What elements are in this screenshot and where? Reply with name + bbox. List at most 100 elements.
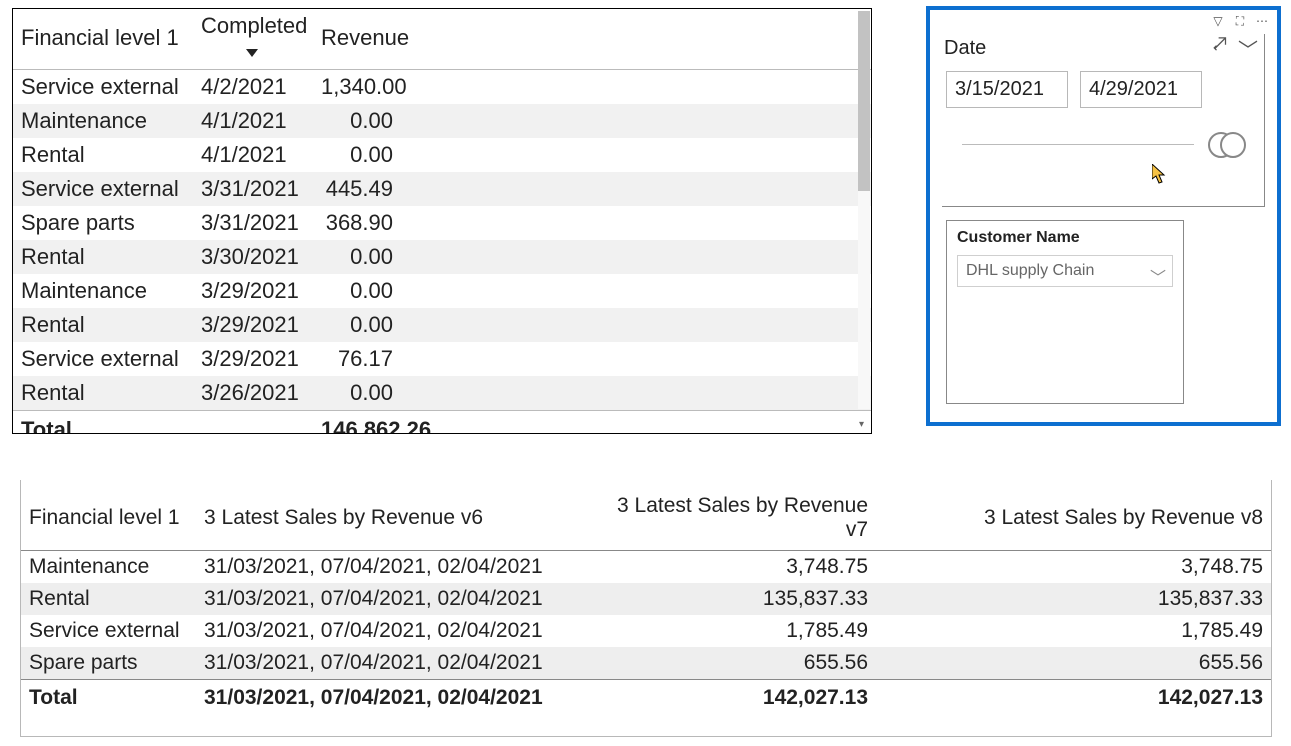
cell-v7: 3,748.75 [586, 551, 876, 584]
cell-fin: Service external [13, 172, 193, 206]
revenue-table-visual[interactable]: Financial level 1 Completed Revenue Serv… [12, 8, 872, 434]
cell-fin: Rental [13, 376, 193, 411]
cell-fin: Spare parts [13, 206, 193, 240]
table-row[interactable]: Service external4/2/20211,340.00 [13, 70, 871, 105]
total-revenue: 146,862.26 [313, 411, 443, 435]
filters-panel: ▽ ⛶ ⋯ Date ﹀ 3/15/2021 4/29/2021 [926, 6, 1281, 426]
table-row[interactable]: Maintenance31/03/2021, 07/04/2021, 02/04… [21, 551, 1271, 584]
mouse-cursor-icon [1152, 164, 1168, 184]
cell-completed: 3/29/2021 [193, 274, 313, 308]
cell-completed: 3/31/2021 [193, 172, 313, 206]
customer-slicer[interactable]: Customer Name DHL supply Chain ﹀ [946, 220, 1184, 404]
total2-label: Total [21, 680, 196, 715]
cell-fin: Rental [13, 308, 193, 342]
col-completed-label: Completed [201, 13, 307, 38]
col-revenue[interactable]: Revenue [313, 9, 443, 70]
cell-revenue: 0.00 [313, 104, 443, 138]
cell-fin: Service external [21, 615, 196, 647]
cell-completed: 3/29/2021 [193, 308, 313, 342]
slider-track [962, 144, 1194, 145]
customer-selected-value: DHL supply Chain [966, 262, 1094, 279]
cell-completed: 4/1/2021 [193, 138, 313, 172]
total2-v6: 31/03/2021, 07/04/2021, 02/04/2021 [196, 680, 586, 715]
cell-completed: 3/26/2021 [193, 376, 313, 411]
latest-sales-table: Financial level 1 3 Latest Sales by Reve… [21, 490, 1271, 714]
cell-fin: Spare parts [21, 647, 196, 680]
cell-v8: 135,837.33 [876, 583, 1271, 615]
cell-revenue: 0.00 [313, 240, 443, 274]
cell-v7: 135,837.33 [586, 583, 876, 615]
scroll-down-icon[interactable]: ▾ [859, 419, 869, 429]
customer-slicer-title: Customer Name [957, 229, 1173, 247]
cell-v8: 1,785.49 [876, 615, 1271, 647]
cell-fin: Rental [13, 138, 193, 172]
cell-completed: 3/30/2021 [193, 240, 313, 274]
cell-fin: Maintenance [21, 551, 196, 584]
cell-v6: 31/03/2021, 07/04/2021, 02/04/2021 [196, 551, 586, 584]
total2-v8: 142,027.13 [876, 680, 1271, 715]
cell-completed: 4/2/2021 [193, 70, 313, 105]
table-row[interactable]: Rental31/03/2021, 07/04/2021, 02/04/2021… [21, 583, 1271, 615]
cell-v7: 1,785.49 [586, 615, 876, 647]
cell-fin: Service external [13, 70, 193, 105]
col2-v6[interactable]: 3 Latest Sales by Revenue v6 [196, 490, 586, 551]
chevron-down-icon[interactable]: ﹀ [1238, 34, 1258, 63]
date-slicer[interactable]: Date ﹀ 3/15/2021 4/29/2021 [942, 34, 1265, 207]
scrollbar-thumb[interactable] [858, 11, 870, 191]
cell-revenue: 445.49 [313, 172, 443, 206]
cell-fin: Maintenance [13, 274, 193, 308]
table-row[interactable]: Rental3/29/20210.00 [13, 308, 871, 342]
cell-fin: Rental [21, 583, 196, 615]
date-from-input[interactable]: 3/15/2021 [946, 71, 1068, 108]
date-slicer-title: Date [944, 37, 986, 60]
focus-mode-icon[interactable]: ⛶ [1233, 14, 1247, 29]
table-row[interactable]: Spare parts3/31/2021368.90 [13, 206, 871, 240]
cell-fin: Rental [13, 240, 193, 274]
cell-revenue: 0.00 [313, 308, 443, 342]
col2-financial-level[interactable]: Financial level 1 [21, 490, 196, 551]
table-row[interactable]: Maintenance4/1/20210.00 [13, 104, 871, 138]
scrollbar-track[interactable] [858, 11, 870, 409]
cell-revenue: 1,340.00 [313, 70, 443, 105]
table-row[interactable]: Spare parts31/03/2021, 07/04/2021, 02/04… [21, 647, 1271, 680]
latest-sales-visual[interactable]: Financial level 1 3 Latest Sales by Reve… [20, 480, 1272, 737]
cell-v6: 31/03/2021, 07/04/2021, 02/04/2021 [196, 615, 586, 647]
cell-v6: 31/03/2021, 07/04/2021, 02/04/2021 [196, 583, 586, 615]
cell-fin: Maintenance [13, 104, 193, 138]
filter-icon[interactable]: ▽ [1211, 14, 1225, 29]
total2-v7: 142,027.13 [586, 680, 876, 715]
sort-desc-icon [246, 37, 305, 63]
col2-v8[interactable]: 3 Latest Sales by Revenue v8 [876, 490, 1271, 551]
cell-revenue: 368.90 [313, 206, 443, 240]
clear-selections-icon[interactable] [1213, 34, 1228, 63]
col-completed[interactable]: Completed [193, 9, 313, 70]
cell-v6: 31/03/2021, 07/04/2021, 02/04/2021 [196, 647, 586, 680]
revenue-table: Financial level 1 Completed Revenue Serv… [13, 9, 871, 434]
cell-revenue: 76.17 [313, 342, 443, 376]
date-range-slider[interactable] [952, 132, 1254, 158]
date-to-input[interactable]: 4/29/2021 [1080, 71, 1202, 108]
total-label: Total [13, 411, 193, 435]
cell-v8: 655.56 [876, 647, 1271, 680]
slider-handles[interactable] [1208, 132, 1248, 158]
cell-revenue: 0.00 [313, 376, 443, 411]
table-row[interactable]: Service external3/29/202176.17 [13, 342, 871, 376]
cell-v7: 655.56 [586, 647, 876, 680]
visual-header-icons: ▽ ⛶ ⋯ [1211, 14, 1269, 29]
col-financial-level[interactable]: Financial level 1 [13, 9, 193, 70]
cell-revenue: 0.00 [313, 138, 443, 172]
chevron-down-icon: ﹀ [1150, 264, 1166, 288]
table-row[interactable]: Service external3/31/2021445.49 [13, 172, 871, 206]
cell-revenue: 0.00 [313, 274, 443, 308]
table-row[interactable]: Maintenance3/29/20210.00 [13, 274, 871, 308]
customer-dropdown[interactable]: DHL supply Chain ﹀ [957, 255, 1173, 287]
table-row[interactable]: Rental4/1/20210.00 [13, 138, 871, 172]
cell-completed: 3/29/2021 [193, 342, 313, 376]
table-row[interactable]: Service external31/03/2021, 07/04/2021, … [21, 615, 1271, 647]
table-row[interactable]: Rental3/30/20210.00 [13, 240, 871, 274]
col-spacer [443, 9, 871, 70]
col2-v7[interactable]: 3 Latest Sales by Revenue v7 [586, 490, 876, 551]
cell-completed: 4/1/2021 [193, 104, 313, 138]
more-options-icon[interactable]: ⋯ [1255, 14, 1269, 29]
table-row[interactable]: Rental3/26/20210.00 [13, 376, 871, 411]
